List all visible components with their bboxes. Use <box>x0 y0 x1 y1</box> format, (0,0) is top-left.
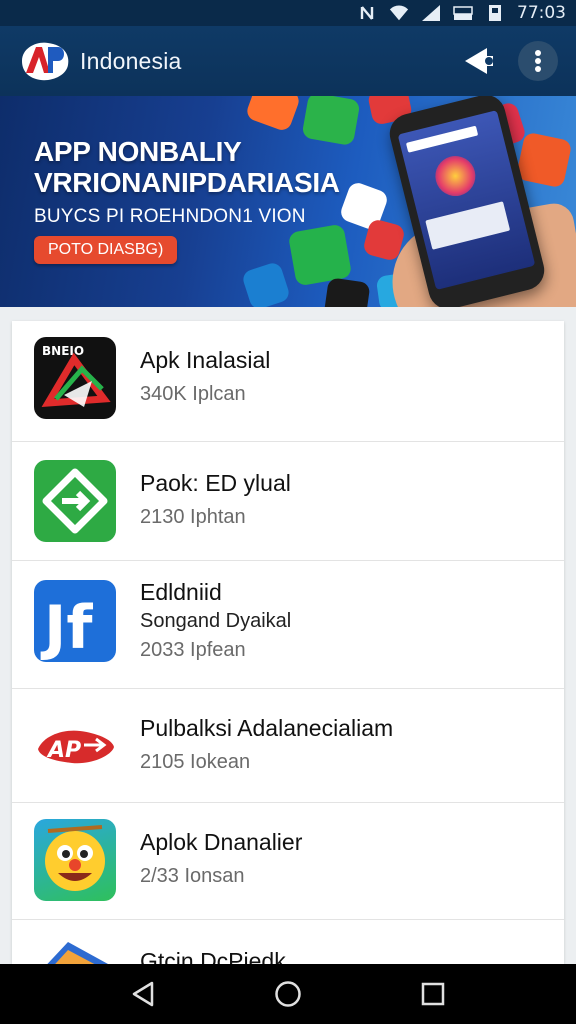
status-time: 77:03 <box>517 3 566 23</box>
app-title: Indonesia <box>80 47 182 74</box>
jf-letter-icon: Jf <box>34 580 116 662</box>
list-item[interactable]: Aplok Dnanalier 2/33 Ionsan <box>12 803 564 920</box>
apk-red-logo-icon: AP <box>34 705 116 787</box>
app-name: Aplok Dnanalier <box>140 829 303 855</box>
app-list: BNEIO Apk Inalasial 340K Iplcan Paok: ED… <box>12 321 564 964</box>
sim-icon <box>453 4 473 22</box>
list-item[interactable]: AP Pulbalksi Adalanecialiam 2105 Iokean <box>12 689 564 803</box>
decor-tile <box>515 131 573 189</box>
decor-tile <box>244 96 302 133</box>
app-developer: Songand Dyaikal <box>140 610 292 632</box>
app-meta: 2/33 Ionsan <box>140 865 245 887</box>
app-name: Apk Inalasial <box>140 347 271 373</box>
recents-icon <box>422 982 445 1006</box>
decor-tile <box>323 277 371 307</box>
app-name: Pulbalksi Adalanecialiam <box>140 715 394 741</box>
apk-triangle-icon: BNEIO <box>34 337 116 419</box>
green-diamond-icon <box>34 460 116 542</box>
navigation-bar <box>0 964 576 1024</box>
battery-icon <box>485 4 505 22</box>
home-icon <box>275 981 301 1007</box>
list-item[interactable]: Paok: ED ylual 2130 Iphtan <box>12 442 564 561</box>
app-logo <box>18 39 72 83</box>
app-meta: 340K Iplcan <box>140 383 246 405</box>
back-button[interactable] <box>118 969 168 1019</box>
app-name: Edldniid <box>140 579 222 605</box>
decor-tile <box>287 223 353 287</box>
home-button[interactable] <box>263 969 313 1019</box>
app-name: Paok: ED ylual <box>140 470 291 496</box>
svg-text:Jf: Jf <box>40 593 93 662</box>
more-options-button[interactable] <box>518 41 558 81</box>
more-vert-icon <box>535 50 541 72</box>
svg-text:AP: AP <box>46 738 81 763</box>
recents-button[interactable] <box>408 969 458 1019</box>
app-meta: 2105 Iokean <box>140 751 251 773</box>
banner-title-line2: VRRIONANIPDARIASIA <box>34 167 340 198</box>
svg-text:BNEIO: BNEIO <box>42 344 84 358</box>
app-bar: Indonesia <box>0 26 576 96</box>
banner-title: APP NONBALIY VRRIONANIPDARIASIA <box>34 136 340 198</box>
app-name: Gtcin DcPiedk <box>140 948 286 964</box>
banner-button[interactable]: POTO DIASBG) <box>34 236 178 264</box>
share-icon <box>465 48 493 74</box>
banner-subtitle: BUYCS PI ROEHNDON1 VION <box>34 206 306 227</box>
signal-icon <box>421 4 441 22</box>
nfc-icon <box>357 4 377 22</box>
decor-tile <box>240 260 292 307</box>
back-icon <box>132 981 153 1007</box>
app-meta: 2130 Iphtan <box>140 506 246 528</box>
list-item[interactable]: Jf Edldniid Songand Dyaikal 2033 Ipfean <box>12 561 564 689</box>
share-button[interactable] <box>460 41 500 81</box>
status-bar: 77:03 <box>0 0 576 26</box>
list-item[interactable]: Gtcin DcPiedk <box>12 920 564 964</box>
promo-banner[interactable]: APP NONBALIY VRRIONANIPDARIASIA BUYCS PI… <box>0 96 576 307</box>
wifi-icon <box>389 4 409 22</box>
list-item[interactable]: BNEIO Apk Inalasial 340K Iplcan <box>12 321 564 442</box>
smiley-face-icon <box>34 819 116 901</box>
banner-title-line1: APP NONBALIY <box>34 136 242 167</box>
app-meta: 2033 Ipfean <box>140 639 246 661</box>
play-triangle-icon <box>34 934 116 964</box>
